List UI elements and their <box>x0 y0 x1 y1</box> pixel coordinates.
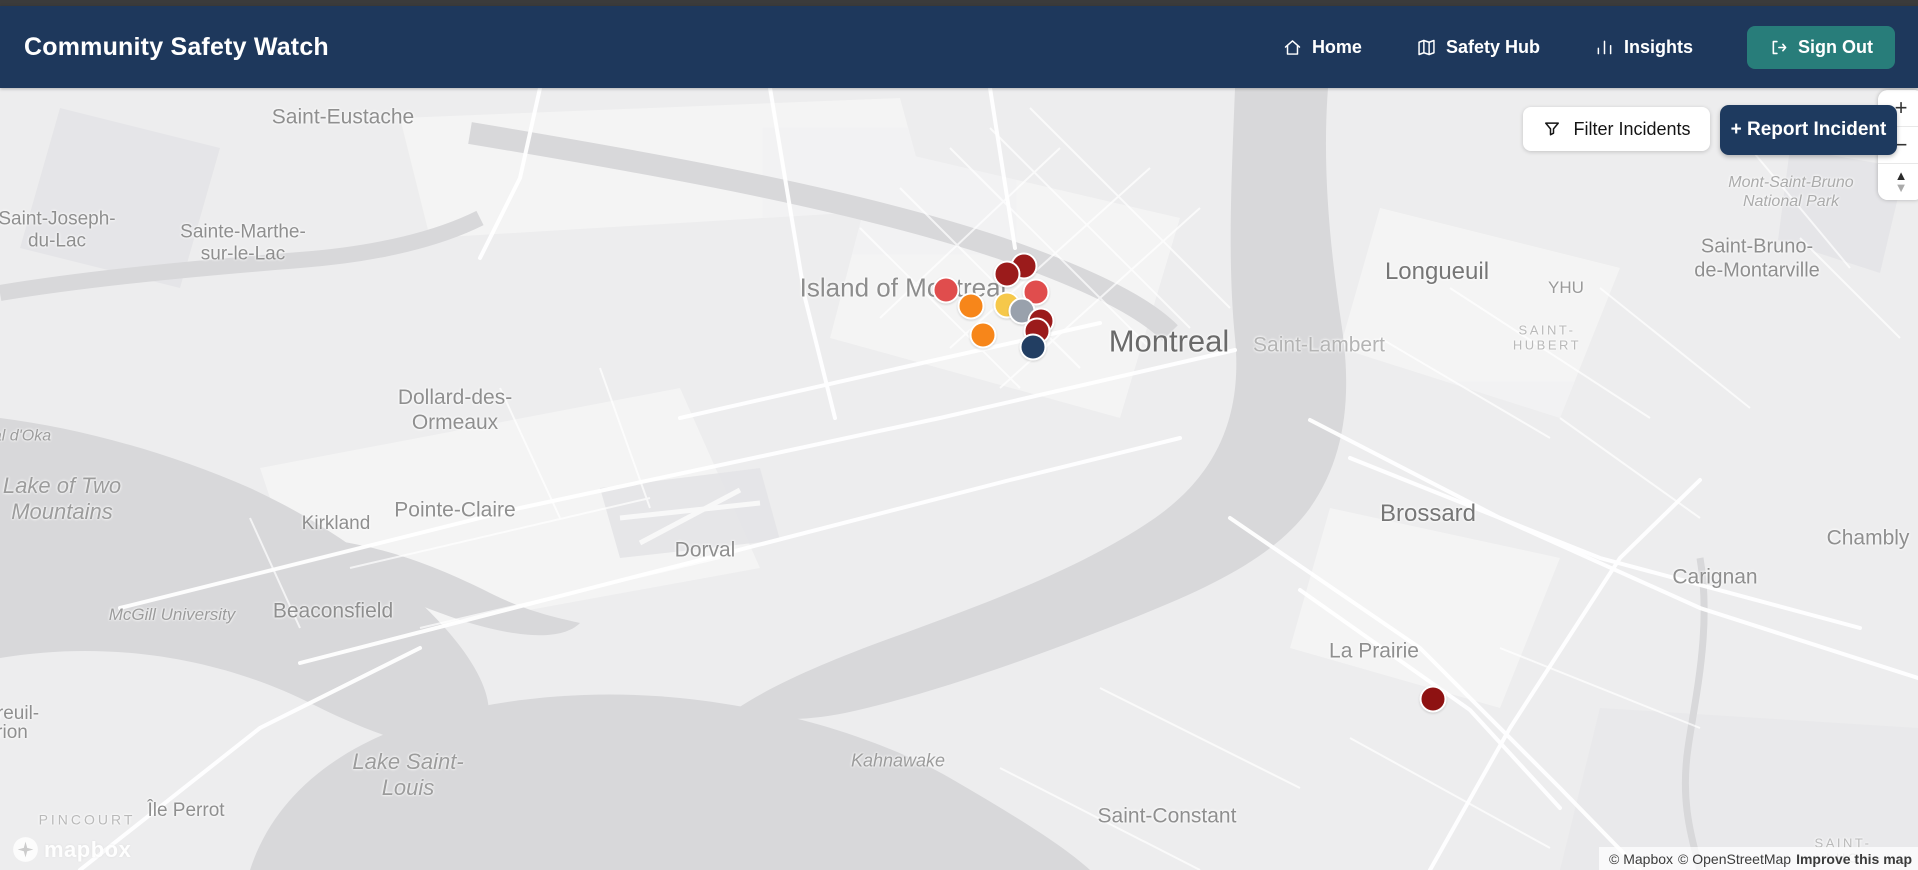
bar-chart-icon <box>1597 40 1612 54</box>
nav-item-label: Insights <box>1623 36 1693 57</box>
attribution-osm-link[interactable]: © OpenStreetMap <box>1678 851 1791 867</box>
mapbox-icon <box>13 837 38 862</box>
app-title: Community Safety Watch <box>24 32 329 61</box>
filter-incidents-label: Filter Incidents <box>1573 118 1691 139</box>
attribution-mapbox-link[interactable]: © Mapbox <box>1609 851 1673 867</box>
nav-item-label: Home <box>1311 36 1362 57</box>
sign-out-label: Sign Out <box>1798 36 1873 57</box>
funnel-icon <box>1545 122 1560 136</box>
nav-item-home[interactable]: Home <box>1282 37 1362 58</box>
logout-icon <box>1772 40 1787 54</box>
map-attribution: © Mapbox © OpenStreetMap Improve this ma… <box>1599 847 1918 870</box>
map-icon <box>1418 39 1435 55</box>
navbar: Community Safety Watch Home Safety Hub I… <box>0 6 1918 88</box>
basemap-graphics <box>0 88 1918 870</box>
incident-marker[interactable] <box>1419 685 1447 713</box>
incident-marker[interactable] <box>969 321 997 349</box>
arrow-down-icon: ▼ <box>1894 180 1908 195</box>
incident-marker[interactable] <box>957 292 985 320</box>
improve-map-link[interactable]: Improve this map <box>1796 851 1912 867</box>
filter-incidents-button[interactable]: Filter Incidents <box>1523 107 1710 151</box>
home-icon <box>1284 39 1301 55</box>
mapbox-logo[interactable]: mapbox <box>12 836 131 863</box>
incident-marker[interactable] <box>932 276 960 304</box>
report-incident-button[interactable]: + Report Incident <box>1720 105 1897 155</box>
nav-item-safety-hub[interactable]: Safety Hub <box>1416 37 1540 58</box>
report-incident-label: + Report Incident <box>1730 119 1887 140</box>
incident-marker[interactable] <box>993 260 1021 288</box>
nav-item-label: Safety Hub <box>1445 36 1540 57</box>
map-canvas[interactable]: Saint-Eustache Saint-Joseph- du-Lac Sainte… <box>0 88 1918 870</box>
sign-out-button[interactable]: Sign Out <box>1747 25 1895 69</box>
mapbox-logo-text: mapbox <box>44 836 132 862</box>
pitch-toggle-button[interactable]: ▲ ▼ <box>1878 164 1918 200</box>
incident-marker[interactable] <box>1019 333 1047 361</box>
nav-menu: Home Safety Hub Insights Sign Out <box>1282 25 1895 69</box>
nav-item-insights[interactable]: Insights <box>1594 37 1693 58</box>
